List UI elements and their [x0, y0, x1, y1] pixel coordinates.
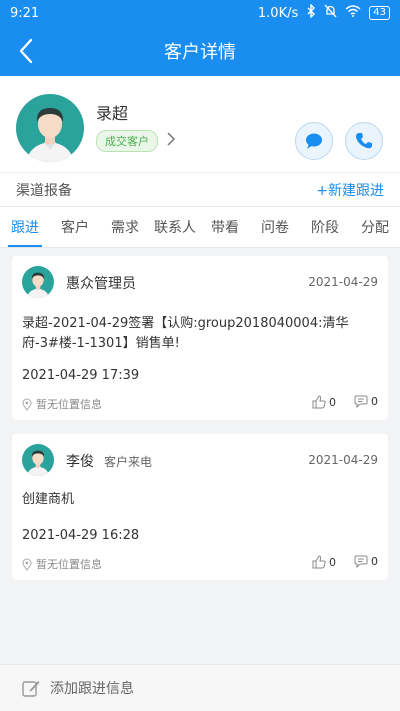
bluetooth-icon: [306, 3, 316, 22]
add-followup-input[interactable]: 添加跟进信息: [12, 673, 388, 703]
like-button[interactable]: 0: [312, 555, 336, 569]
status-time: 9:21: [10, 5, 40, 21]
chevron-right-icon[interactable]: [166, 131, 180, 147]
comment-icon: [354, 395, 368, 408]
thumb-up-icon: [312, 555, 326, 569]
tab-survey[interactable]: 问卷: [250, 207, 300, 247]
bottom-bar: 添加跟进信息: [0, 664, 400, 711]
record-author: 惠众管理员: [66, 276, 136, 292]
tab-bar: 跟进 客户 需求 联系人 带看 问卷 阶段 分配: [0, 206, 400, 248]
like-count: 0: [329, 555, 336, 569]
author-avatar: [22, 266, 54, 298]
avatar: [16, 94, 84, 162]
record-type: 客户来电: [104, 455, 153, 469]
comment-count: 0: [371, 555, 378, 568]
tab-viewing[interactable]: 带看: [200, 207, 250, 247]
tab-followup[interactable]: 跟进: [0, 207, 50, 247]
chat-bubble-icon: [306, 133, 322, 149]
customer-name: 录超: [96, 104, 129, 123]
record-time: 2021-04-29 16:28: [22, 528, 140, 543]
customer-profile: 录超 成交客户: [0, 76, 400, 172]
message-button[interactable]: [295, 122, 333, 160]
location-text: 暂无位置信息: [36, 558, 102, 571]
tab-demand[interactable]: 需求: [100, 207, 150, 247]
record-time: 2021-04-29 17:39: [22, 368, 140, 383]
location-text: 暂无位置信息: [36, 398, 102, 411]
tab-contacts[interactable]: 联系人: [150, 207, 200, 247]
phone-icon: [356, 133, 372, 149]
new-followup-button[interactable]: +新建跟进: [316, 180, 384, 200]
like-count: 0: [329, 395, 336, 409]
record-author: 李俊: [66, 454, 94, 470]
thumb-up-icon: [312, 395, 326, 409]
location-pin-icon: [22, 398, 32, 411]
edit-icon: [22, 681, 40, 697]
like-button[interactable]: 0: [312, 395, 336, 409]
channel-label: 渠道报备: [16, 182, 72, 199]
back-arrow-icon: [19, 38, 33, 64]
nav-bar: 客户详情: [0, 26, 400, 76]
record-date: 2021-04-29: [308, 453, 378, 467]
add-followup-placeholder: 添加跟进信息: [50, 681, 134, 697]
record-content: 录超-2021-04-29签署【认购:group2018040004:清华府-3…: [22, 316, 349, 351]
status-bar: 9:21 1.0K/s 43: [0, 0, 400, 26]
tab-assign[interactable]: 分配: [350, 207, 400, 247]
record-location: 暂无位置信息: [22, 396, 102, 412]
comment-count: 0: [371, 395, 378, 408]
call-button[interactable]: [345, 122, 383, 160]
battery-level: 43: [369, 6, 390, 20]
author-avatar: [22, 444, 54, 476]
wifi-icon: [345, 5, 361, 21]
status-badge: 成交客户: [96, 130, 158, 152]
record-date: 2021-04-29: [308, 275, 378, 289]
comment-icon: [354, 555, 368, 568]
followup-record[interactable]: 惠众管理员 2021-04-29 录超-2021-04-29签署【认购:grou…: [12, 256, 388, 420]
record-location: 暂无位置信息: [22, 556, 102, 572]
comment-button[interactable]: 0: [354, 395, 378, 408]
tab-stage[interactable]: 阶段: [300, 207, 350, 247]
network-speed: 1.0K/s: [257, 5, 299, 21]
comment-button[interactable]: 0: [354, 555, 378, 568]
location-pin-icon: [22, 558, 32, 571]
back-button[interactable]: [8, 32, 44, 70]
channel-row: 渠道报备 +新建跟进: [0, 172, 400, 206]
tab-customer[interactable]: 客户: [50, 207, 100, 247]
mute-bell-icon: [324, 4, 337, 22]
page-title: 客户详情: [164, 42, 236, 63]
followup-record[interactable]: 李俊 客户来电 2021-04-29 创建商机 2021-04-29 16:28…: [12, 434, 388, 580]
record-content: 创建商机: [22, 492, 75, 507]
